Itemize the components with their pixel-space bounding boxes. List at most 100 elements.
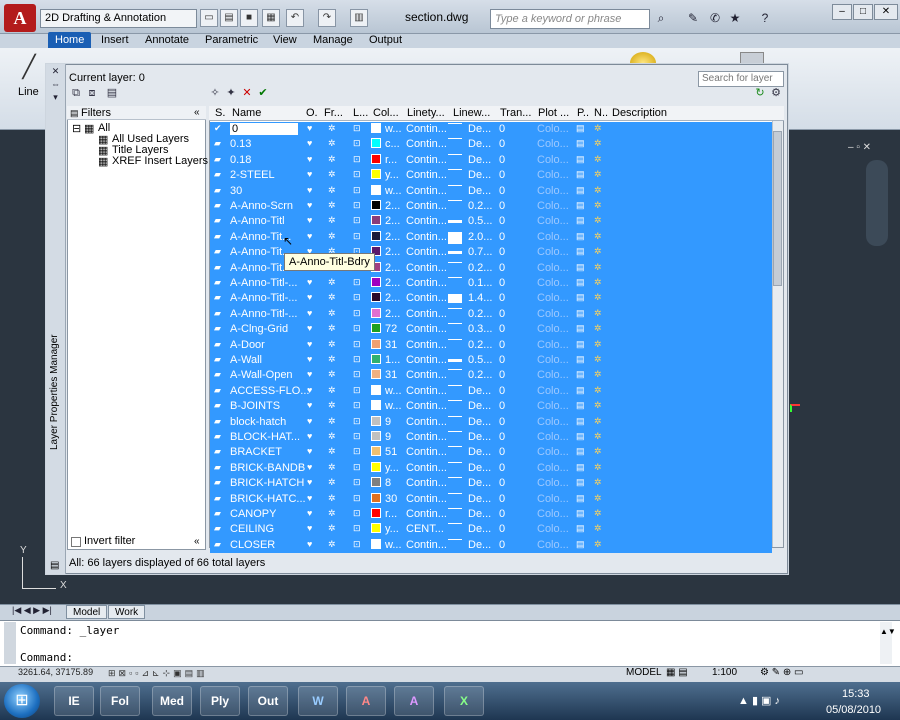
- layer-lock-icon[interactable]: ⊡: [353, 354, 361, 365]
- taskbar-word-icon[interactable]: W: [298, 686, 338, 716]
- app-menu-button[interactable]: A: [4, 4, 36, 32]
- layer-linetype[interactable]: Contin...: [406, 416, 447, 428]
- layer-linetype[interactable]: Contin...: [406, 185, 447, 197]
- layer-freeze-sun-icon[interactable]: ✲: [328, 292, 336, 303]
- layer-on-bulb-icon[interactable]: ♥: [307, 539, 312, 549]
- layer-lineweight[interactable]: De...: [468, 539, 491, 551]
- layer-name[interactable]: A-Anno-Titl: [230, 215, 285, 227]
- layer-transparency[interactable]: 0: [499, 308, 505, 320]
- layer-color-name[interactable]: y...: [385, 523, 399, 535]
- palette-autohide-icon[interactable]: ⇔: [50, 79, 61, 90]
- layer-color-name[interactable]: r...: [385, 154, 397, 166]
- layer-on-bulb-icon[interactable]: ♥: [307, 369, 312, 379]
- workspace-dropdown[interactable]: 2D Drafting & Annotation: [40, 9, 197, 28]
- layer-vp-freeze-icon[interactable]: ✲: [594, 431, 602, 442]
- layer-plot-printer-icon[interactable]: ▤: [576, 477, 585, 488]
- new-layer-vp-frozen-icon[interactable]: ✦: [223, 86, 239, 100]
- layer-freeze-sun-icon[interactable]: ✲: [328, 431, 336, 442]
- layer-on-bulb-icon[interactable]: ♥: [307, 400, 312, 410]
- layer-color-name[interactable]: w...: [385, 539, 402, 551]
- layer-linetype[interactable]: Contin...: [406, 369, 447, 381]
- layer-lock-icon[interactable]: ⊡: [353, 369, 361, 380]
- layer-name[interactable]: 0.18: [230, 154, 251, 166]
- layer-linetype[interactable]: Contin...: [406, 200, 447, 212]
- layer-vp-freeze-icon[interactable]: ✲: [594, 446, 602, 457]
- layer-row[interactable]: ▰ BRICK-HATC... ♥ ✲ ⊡ 30 Contin... De... 0 Colo..…: [210, 491, 772, 507]
- layer-lineweight[interactable]: 0.7...: [468, 246, 492, 258]
- layer-transparency[interactable]: 0: [499, 493, 505, 505]
- subscription-icon[interactable]: ✎: [684, 10, 702, 27]
- layer-on-bulb-icon[interactable]: ♥: [307, 215, 312, 225]
- layer-name[interactable]: BRICK-HATCH: [230, 477, 304, 489]
- layer-plot-printer-icon[interactable]: ▤: [576, 231, 585, 242]
- col-status[interactable]: S.: [215, 107, 229, 119]
- layer-lock-icon[interactable]: ⊡: [353, 385, 361, 396]
- layer-linetype[interactable]: Contin...: [406, 169, 447, 181]
- layer-color-name[interactable]: 31: [385, 369, 397, 381]
- layer-color-swatch[interactable]: [371, 461, 381, 472]
- layer-row[interactable]: ▰ 2-STEEL ♥ ✲ ⊡ y... Contin... De... 0 Colo... ▤ ✲: [210, 168, 772, 184]
- layer-transparency[interactable]: 0: [499, 508, 505, 520]
- layer-vp-freeze-icon[interactable]: ✲: [594, 523, 602, 534]
- layer-plot-printer-icon[interactable]: ▤: [576, 416, 585, 427]
- layer-color-name[interactable]: 9: [385, 416, 391, 428]
- layer-color-swatch[interactable]: [371, 138, 381, 149]
- layer-lock-icon[interactable]: ⊡: [353, 400, 361, 411]
- layer-plot-printer-icon[interactable]: ▤: [576, 431, 585, 442]
- layer-freeze-sun-icon[interactable]: ✲: [328, 369, 336, 380]
- layer-freeze-sun-icon[interactable]: ✲: [328, 185, 336, 196]
- layer-linetype[interactable]: Contin...: [406, 354, 447, 366]
- layer-linetype[interactable]: Contin...: [406, 508, 447, 520]
- layer-color-swatch[interactable]: [371, 508, 381, 518]
- layer-transparency[interactable]: 0: [499, 431, 505, 443]
- quick-view-icon[interactable]: ▦ ▤: [666, 667, 688, 678]
- layer-freeze-sun-icon[interactable]: ✲: [328, 508, 336, 519]
- taskbar-ie-icon[interactable]: IE: [54, 686, 94, 716]
- layer-lineweight[interactable]: De...: [468, 508, 491, 520]
- layer-vp-freeze-icon[interactable]: ✲: [594, 262, 602, 273]
- binoculars-icon[interactable]: ⌕: [652, 10, 670, 27]
- layer-lock-icon[interactable]: ⊡: [353, 277, 361, 288]
- layer-freeze-sun-icon[interactable]: ✲: [328, 231, 336, 242]
- layer-color-name[interactable]: 8: [385, 477, 391, 489]
- layer-color-name[interactable]: w...: [385, 123, 402, 135]
- layer-row[interactable]: ▰ A-Wall ♥ ✲ ⊡ 1... Contin... 0.5... 0 Colo... ▤ ✲: [210, 353, 772, 369]
- layer-name[interactable]: BRICK-BANDB: [230, 462, 305, 474]
- layer-vp-freeze-icon[interactable]: ✲: [594, 277, 602, 288]
- layer-vp-freeze-icon[interactable]: ✲: [594, 539, 602, 550]
- command-scrollbar[interactable]: ▲▼: [880, 622, 896, 664]
- layer-lock-icon[interactable]: ⊡: [353, 339, 361, 350]
- layer-on-bulb-icon[interactable]: ♥: [307, 385, 312, 395]
- drafting-toggles-icon[interactable]: ⊞⊠▫▫⊿⊾⊹▣▤▥: [108, 668, 208, 679]
- layer-vp-freeze-icon[interactable]: ✲: [594, 493, 602, 504]
- layer-color-swatch[interactable]: [371, 323, 381, 334]
- layer-name[interactable]: BRACKET: [230, 446, 282, 458]
- layer-row[interactable]: ▰ BRICK-HATCH ♥ ✲ ⊡ 8 Contin... De... 0 Colo... ▤ ✲: [210, 476, 772, 492]
- layer-on-bulb-icon[interactable]: ♥: [307, 477, 312, 487]
- col-linetype[interactable]: Linety...: [407, 107, 449, 119]
- layer-plot-printer-icon[interactable]: ▤: [576, 215, 585, 226]
- layer-transparency[interactable]: 0: [499, 138, 505, 150]
- taskbar-autocad-alt-icon[interactable]: A: [394, 686, 434, 716]
- layer-on-bulb-icon[interactable]: ♥: [307, 292, 312, 302]
- layer-lock-icon[interactable]: ⊡: [353, 292, 361, 303]
- layer-transparency[interactable]: 0: [499, 200, 505, 212]
- layer-vp-freeze-icon[interactable]: ✲: [594, 246, 602, 257]
- start-button[interactable]: ⊞: [4, 684, 40, 718]
- layer-color-name[interactable]: 30: [385, 493, 397, 505]
- layer-lineweight[interactable]: De...: [468, 431, 491, 443]
- layer-linetype[interactable]: Contin...: [406, 262, 447, 274]
- line-tool-icon[interactable]: ╱: [14, 54, 44, 82]
- layer-lock-icon[interactable]: ⊡: [353, 493, 361, 504]
- layer-vp-freeze-icon[interactable]: ✲: [594, 169, 602, 180]
- annotation-scale[interactable]: 1:100: [712, 667, 737, 678]
- layer-plot-printer-icon[interactable]: ▤: [576, 354, 585, 365]
- layer-linetype[interactable]: Contin...: [406, 123, 447, 135]
- layer-plot-printer-icon[interactable]: ▤: [576, 200, 585, 211]
- layer-linetype[interactable]: Contin...: [406, 539, 447, 551]
- layer-color-swatch[interactable]: [371, 230, 381, 241]
- layer-linetype[interactable]: Contin...: [406, 154, 447, 166]
- layer-name[interactable]: 2-STEEL: [230, 169, 275, 181]
- layer-freeze-sun-icon[interactable]: ✲: [328, 385, 336, 396]
- layer-lock-icon[interactable]: ⊡: [353, 523, 361, 534]
